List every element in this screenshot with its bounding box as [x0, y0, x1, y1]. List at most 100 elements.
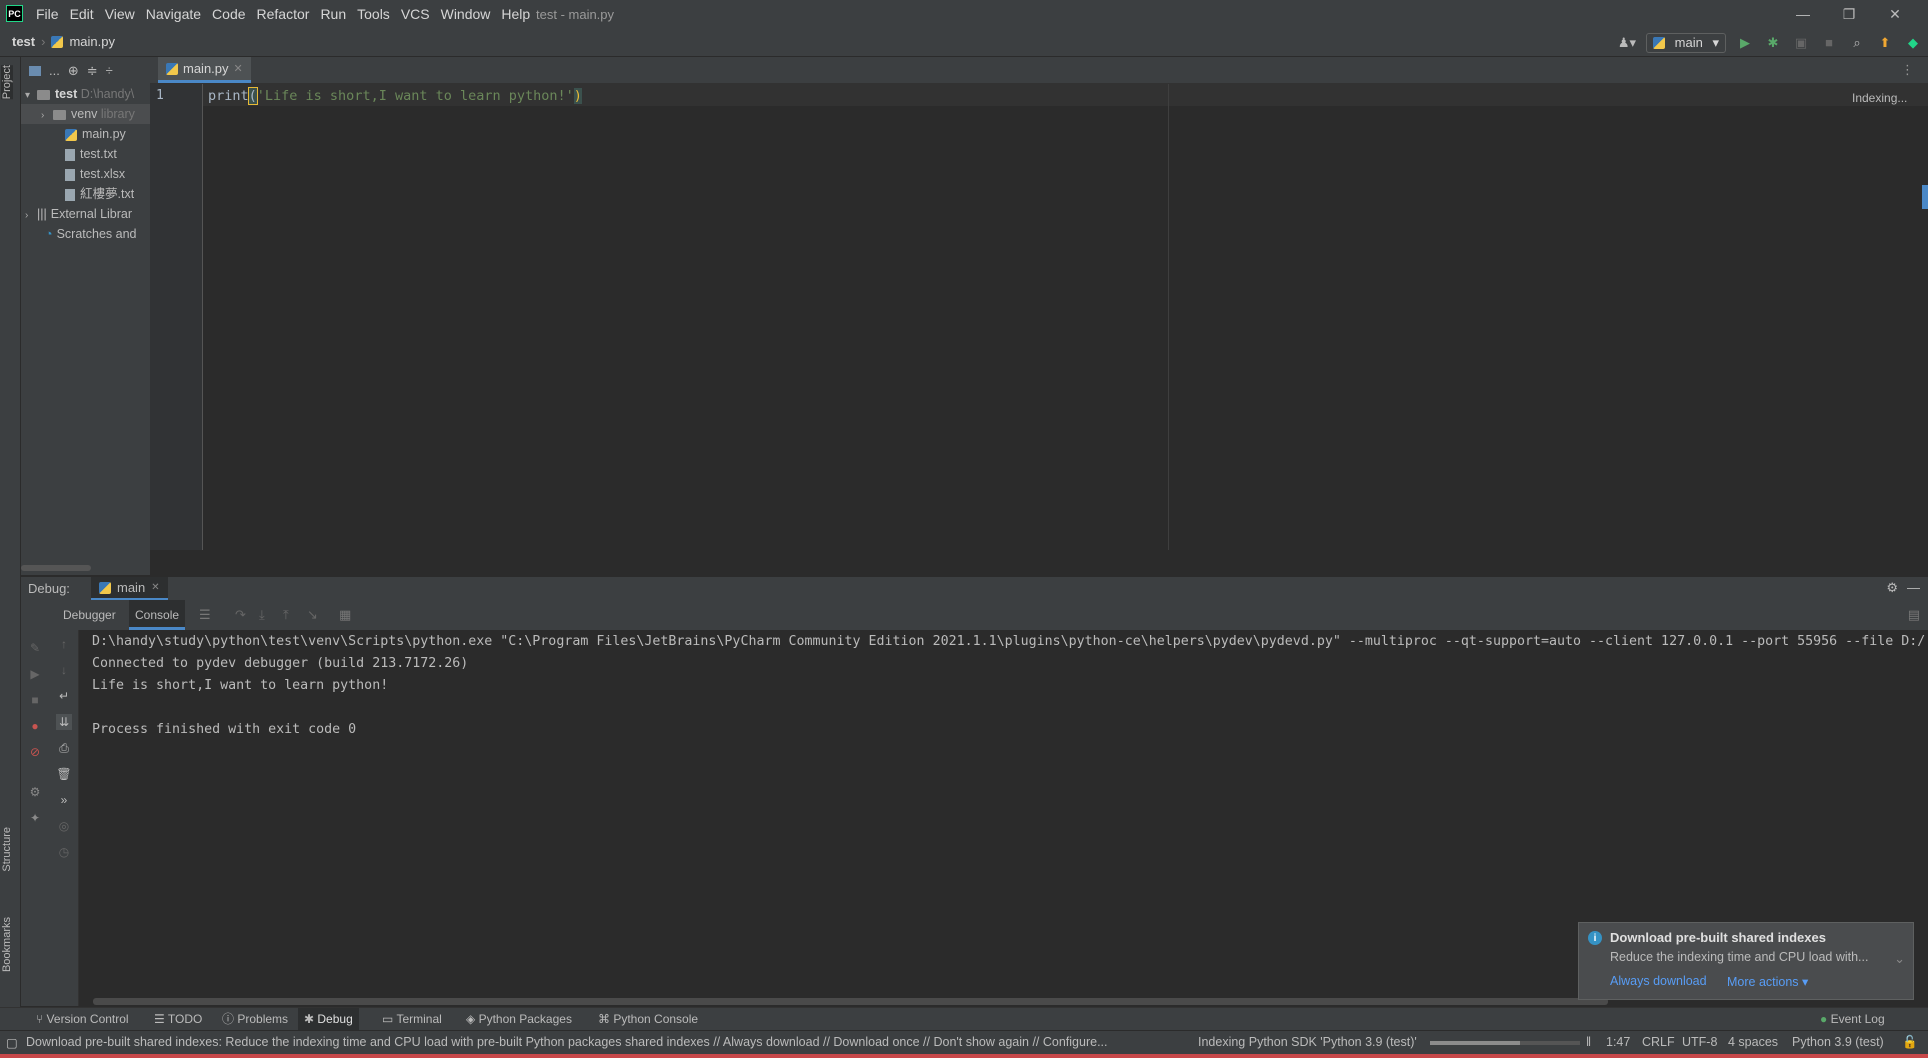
tab-console[interactable]: Console [129, 600, 186, 630]
more-actions-link[interactable]: More actions ▾ [1727, 974, 1808, 989]
tab-project[interactable]: Project [1, 65, 13, 100]
print-icon[interactable]: ⎙ [56, 740, 72, 756]
tree-item-hongloumeng-txt[interactable]: 紅樓夢.txt [65, 184, 134, 204]
stop-icon[interactable]: ■ [1820, 34, 1838, 52]
menu-window[interactable]: Window [441, 6, 499, 22]
project-view-selector[interactable]: ... [49, 63, 60, 78]
tab-terminal[interactable]: ▭ Terminal [376, 1008, 448, 1030]
clock-icon[interactable]: ◷ [56, 844, 72, 860]
user-icon[interactable]: ♟▾ [1618, 34, 1636, 52]
menu-refactor[interactable]: Refactor [257, 6, 318, 22]
threads-icon[interactable]: ◎ [56, 818, 72, 834]
arrow-down-icon[interactable]: ↓ [56, 662, 72, 678]
tree-item-test-xlsx[interactable]: test.xlsx [65, 164, 125, 184]
tab-python-console[interactable]: ⌘ Python Console [592, 1008, 704, 1030]
pin-icon[interactable]: ✦ [27, 810, 43, 826]
always-download-link[interactable]: Always download [1610, 974, 1707, 988]
debug-icon[interactable]: ✱ [1764, 34, 1782, 52]
indexing-progress-fill [1430, 1041, 1520, 1045]
menu-navigate[interactable]: Navigate [146, 6, 209, 22]
run-icon[interactable]: ▶ [1736, 34, 1754, 52]
stop-icon[interactable]: ■ [27, 692, 43, 708]
tab-python-packages[interactable]: ◈ Python Packages [460, 1008, 578, 1030]
resume-icon[interactable]: ▶ [27, 666, 43, 682]
tree-item-scratches[interactable]: ◔ Scratches and [45, 224, 150, 244]
run-config-selector[interactable]: main ▾ [1646, 32, 1726, 53]
wrench-icon[interactable]: ✎ [27, 640, 43, 656]
layout-icon[interactable]: ▤ [1908, 607, 1920, 623]
locate-icon[interactable]: ⊕ [68, 63, 79, 79]
collapse-all-icon[interactable]: ÷ [106, 63, 113, 78]
line-separator[interactable]: CRLF [1642, 1035, 1675, 1049]
soft-wrap-icon[interactable]: ↵ [56, 688, 72, 704]
search-icon[interactable]: ⌕ [1848, 34, 1866, 52]
show-command-line-icon[interactable]: » [56, 792, 72, 808]
project-view-icon[interactable] [29, 65, 41, 76]
tree-root-path: D:\handy\ [80, 87, 135, 101]
chevron-down-icon[interactable]: ⌄ [1894, 951, 1905, 967]
coverage-icon[interactable]: ▣ [1792, 34, 1810, 52]
menu-file[interactable]: File [36, 6, 67, 22]
mute-breakpoints-icon[interactable]: ⊘ [27, 744, 43, 760]
pause-icon[interactable]: ‖ [1586, 1035, 1591, 1049]
debug-session-tab[interactable]: main ✕ [91, 577, 168, 600]
evaluate-icon[interactable]: ▦ [339, 607, 351, 623]
lock-icon[interactable]: 🔓 [1902, 1035, 1918, 1050]
status-toggle-icon[interactable]: ▢ [6, 1035, 18, 1050]
update-icon[interactable]: ⬆ [1876, 34, 1894, 52]
console-horizontal-scrollbar[interactable] [93, 998, 1608, 1005]
step-into-icon[interactable]: ⤓ [259, 607, 265, 623]
tree-item-label: Scratches and [56, 227, 137, 241]
tab-debugger[interactable]: Debugger [57, 600, 122, 630]
more-options-icon[interactable]: ⋮ [1901, 62, 1914, 78]
close-button[interactable]: ✕ [1872, 0, 1918, 28]
tab-todo[interactable]: ☰ TODO [148, 1008, 208, 1030]
menu-edit[interactable]: Edit [70, 6, 102, 22]
caret-position[interactable]: 1:47 [1606, 1035, 1630, 1049]
restore-button[interactable]: ❐ [1826, 0, 1872, 28]
python-interpreter[interactable]: Python 3.9 (test) [1792, 1035, 1884, 1049]
tree-item-main-py[interactable]: main.py [65, 124, 126, 144]
minimize-button[interactable]: — [1780, 0, 1826, 28]
close-tab-icon[interactable]: ✕ [234, 62, 243, 75]
tree-item-test-txt[interactable]: test.txt [65, 144, 117, 164]
menu-help[interactable]: Help [501, 6, 538, 22]
file-encoding[interactable]: UTF-8 [1682, 1035, 1717, 1049]
view-breakpoints-icon[interactable]: ● [27, 718, 43, 734]
breadcrumb-project[interactable]: test [12, 34, 35, 49]
event-log-button[interactable]: ● Event Log [1814, 1008, 1891, 1030]
tree-root[interactable]: ▾ test D:\handy\ [25, 84, 150, 104]
tab-structure[interactable]: Structure [1, 827, 13, 872]
breadcrumb-file[interactable]: main.py [69, 34, 115, 49]
horizontal-scrollbar[interactable] [21, 565, 91, 571]
menu-run[interactable]: Run [320, 6, 354, 22]
tab-debug[interactable]: ✱ Debug [298, 1008, 359, 1030]
status-message[interactable]: Download pre-built shared indexes: Reduc… [26, 1035, 1176, 1049]
menu-view[interactable]: View [105, 6, 143, 22]
gear-icon[interactable]: ⚙ [27, 784, 43, 800]
arrow-up-icon[interactable]: ↑ [56, 636, 72, 652]
menu-code[interactable]: Code [212, 6, 253, 22]
run-to-cursor-icon[interactable]: ↘ [307, 607, 318, 623]
tree-item-venv[interactable]: › venv library [21, 104, 150, 124]
step-over-icon[interactable]: ↷ [235, 607, 246, 623]
plugin-icon[interactable]: ◆ [1904, 34, 1922, 52]
step-out-icon[interactable]: ⤒ [283, 607, 289, 623]
debug-subtabs: ✱ Debugger Console ☰ ↷ ⤓ ⤒ ↘ ▦ ▤ [21, 600, 1928, 630]
menu-vcs[interactable]: VCS [401, 6, 438, 22]
code-editor[interactable]: print('Life is short,I want to learn pyt… [203, 84, 1928, 550]
trash-icon[interactable]: 🗑 [56, 766, 72, 782]
expand-all-icon[interactable]: ≑ [87, 63, 98, 79]
close-tab-icon[interactable]: ✕ [151, 582, 159, 593]
gear-icon[interactable]: ⚙ [1886, 580, 1898, 596]
hide-icon[interactable]: — [1907, 580, 1920, 595]
tab-bookmarks[interactable]: Bookmarks [1, 917, 13, 972]
tree-item-external-libraries[interactable]: › ||| External Librar [25, 204, 150, 224]
tab-version-control[interactable]: ⑂ Version Control [30, 1008, 135, 1030]
menu-tools[interactable]: Tools [357, 6, 398, 22]
scroll-to-end-icon[interactable]: ⇊ [56, 714, 72, 730]
indent-setting[interactable]: 4 spaces [1728, 1035, 1778, 1049]
editor-tab-main-py[interactable]: main.py ✕ [158, 57, 251, 83]
list-icon[interactable]: ☰ [199, 607, 211, 623]
tab-problems[interactable]: ⓘ Problems [216, 1008, 294, 1030]
